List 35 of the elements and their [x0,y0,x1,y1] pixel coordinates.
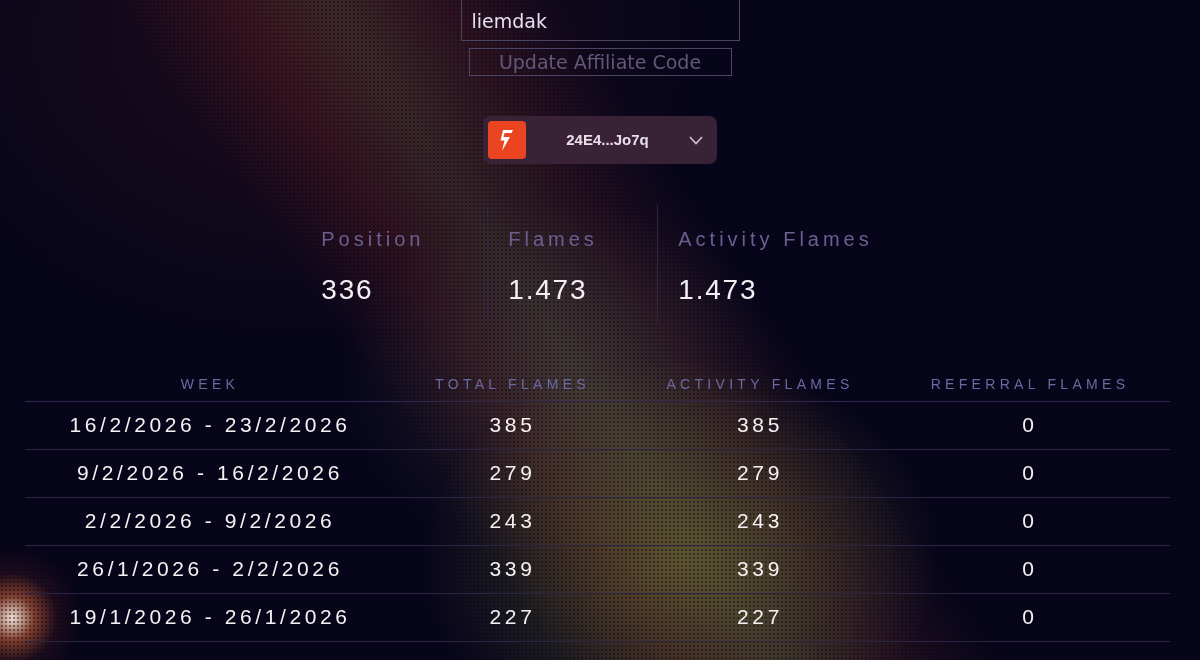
bolt-logo-icon [488,121,526,159]
stat-label: Flames [508,227,598,251]
week-range-cell: 9/2/2026 - 16/2/2026 [77,461,343,485]
flames-cell: 0 [1022,509,1038,533]
flames-cell: 0 [1022,413,1038,437]
column-header: TOTAL FLAMES [435,376,590,393]
column-header: ACTIVITY FLAMES [666,376,854,393]
flames-cell: 0 [1022,461,1038,485]
flames-cell: 279 [489,461,536,485]
flames-cell: 227 [737,605,783,629]
week-range-cell: 26/1/2026 - 2/2/2026 [77,557,343,581]
flames-cell: 0 [1022,605,1038,629]
flames-cell: 227 [489,605,536,629]
column-header: WEEK [180,376,240,393]
stat-value: 336 [321,273,374,307]
column-header: REFERRAL FLAMES [930,376,1130,393]
flames-cell: 0 [1022,557,1038,581]
stat-value: 1.473 [508,273,588,307]
wallet-address: 24E4...Jo7q [565,129,650,150]
week-range-cell: 19/1/2026 - 26/1/2026 [69,605,351,629]
flames-cell: 279 [737,461,783,485]
week-range-cell: 2/2/2026 - 9/2/2026 [84,509,336,533]
stat-value: 1.473 [678,273,758,307]
affiliate-code-field[interactable]: liemdak [460,0,740,41]
flames-cell: 243 [489,509,536,533]
flames-cell: 385 [489,413,536,437]
flames-cell: 339 [489,557,536,581]
flames-cell: 243 [737,509,783,533]
flames-cell: 385 [737,413,783,437]
week-range-cell: 16/2/2026 - 23/2/2026 [69,413,351,437]
stat-label: Activity Flames [678,227,873,251]
chevron-down-icon [689,135,703,145]
flames-cell: 339 [737,557,783,581]
wallet-selector[interactable]: 24E4...Jo7q [483,116,717,164]
stat-label: Position [321,227,425,251]
